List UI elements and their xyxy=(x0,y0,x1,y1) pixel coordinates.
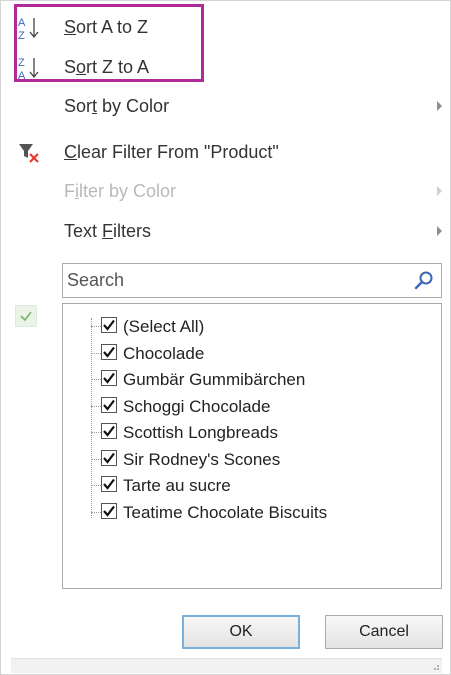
list-item[interactable]: Chocolade xyxy=(91,341,431,367)
tree-branch xyxy=(91,511,101,513)
chevron-right-icon xyxy=(437,186,442,196)
list-item-label: (Select All) xyxy=(123,317,205,336)
menu-item-sort-z-to-a[interactable]: Z A Sort Z to A xyxy=(1,49,450,87)
sort-ascending-icon: A Z xyxy=(15,15,49,42)
list-item-label: Gumbär Gummibärchen xyxy=(123,370,306,389)
menu-item-sort-by-color[interactable]: Sort by Color xyxy=(1,88,450,126)
menu-item-label: Filter by Color xyxy=(64,181,177,201)
list-item-label: Teatime Chocolate Biscuits xyxy=(123,502,328,522)
cancel-button[interactable]: Cancel xyxy=(325,615,443,649)
ok-button[interactable]: OK xyxy=(182,615,300,649)
list-item[interactable]: Teatime Chocolate Biscuits xyxy=(91,500,431,526)
svg-text:A: A xyxy=(18,70,26,81)
checkbox[interactable] xyxy=(101,317,117,333)
filter-values-list: (Select All) Chocolade Gumbär Gummibärchen… xyxy=(62,303,442,589)
tree-branch xyxy=(91,379,101,380)
list-item[interactable]: Gumbär Gummibärchen xyxy=(91,367,431,393)
chevron-right-icon xyxy=(437,101,442,111)
list-item[interactable]: Scottish Longbreads xyxy=(91,420,431,446)
list-item-label: Tarte au sucre xyxy=(123,476,231,495)
menu-item-sort-a-to-z[interactable]: A Z Sort A to Z xyxy=(1,9,450,47)
checkmark-icon xyxy=(15,305,37,327)
checkbox[interactable] xyxy=(101,449,117,466)
checkbox[interactable] xyxy=(101,396,117,413)
menu-item-text-filters[interactable]: Text Filters xyxy=(1,213,450,251)
menu-item-filter-by-color: Filter by Color xyxy=(1,173,450,211)
list-item-label: Sir Rodney's Scones xyxy=(123,449,281,469)
search-input[interactable] xyxy=(63,264,407,297)
svg-text:Z: Z xyxy=(18,30,25,41)
tree-branch xyxy=(91,326,101,327)
autofilter-dropdown: A Z Sort A to Z Z A Sort Z to A Sort by … xyxy=(0,0,451,675)
list-item[interactable]: Schoggi Chocolade xyxy=(91,394,431,420)
resize-bar[interactable] xyxy=(11,658,442,673)
list-item[interactable]: Sir Rodney's Scones xyxy=(91,447,431,473)
checkbox[interactable] xyxy=(101,502,117,519)
chevron-right-icon xyxy=(437,226,442,236)
checkbox[interactable] xyxy=(101,476,117,492)
list-item[interactable]: Tarte au sucre xyxy=(91,473,431,499)
svg-text:A: A xyxy=(18,17,26,29)
list-item-label: Scottish Longbreads xyxy=(123,423,278,442)
tree-branch xyxy=(91,485,101,486)
tree-branch xyxy=(91,432,101,433)
menu-item-label: Sort by Color xyxy=(64,96,170,116)
tree-branch xyxy=(91,458,101,460)
list-item-label: Chocolade xyxy=(123,343,205,363)
tree-branch xyxy=(91,405,101,407)
menu-item-clear-filter[interactable]: Clear Filter From "Product" xyxy=(1,134,450,172)
checkbox[interactable] xyxy=(101,423,117,439)
menu-item-label: Clear Filter From "Product" xyxy=(64,142,279,162)
svg-text:Z: Z xyxy=(18,57,25,69)
clear-filter-icon xyxy=(15,140,49,166)
resize-grip-icon[interactable] xyxy=(430,661,440,671)
menu-item-label: Text Filters xyxy=(64,221,152,241)
magnifier-icon[interactable] xyxy=(413,270,435,292)
list-item-label: Schoggi Chocolade xyxy=(123,396,271,416)
list-item[interactable]: (Select All) xyxy=(91,314,431,340)
menu-item-label: Sort A to Z xyxy=(64,17,149,37)
checkbox[interactable] xyxy=(101,370,117,386)
menu-item-label: Sort Z to A xyxy=(64,57,150,77)
sort-descending-icon: Z A xyxy=(15,55,49,82)
checkbox[interactable] xyxy=(101,343,117,360)
search-box xyxy=(62,263,442,298)
tree-branch xyxy=(91,352,101,354)
